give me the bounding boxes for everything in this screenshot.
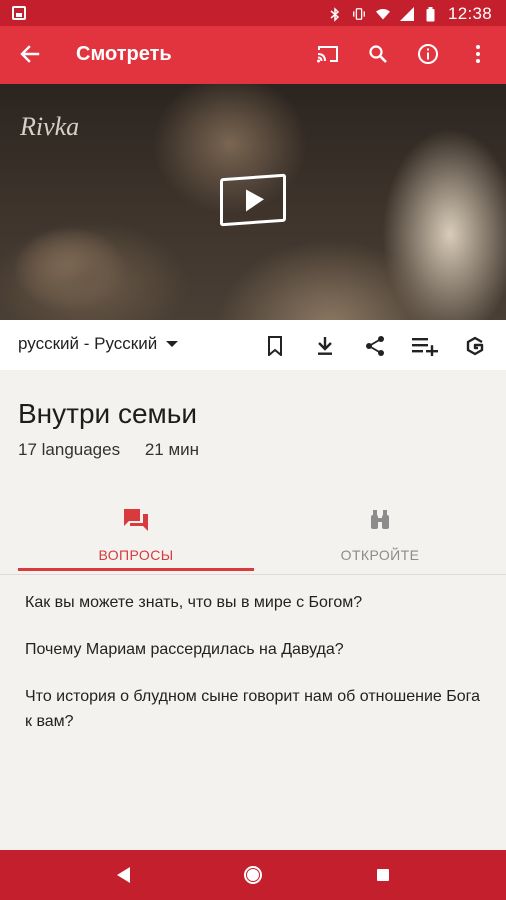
status-time: 12:38: [447, 4, 492, 23]
forum-icon: [123, 507, 149, 533]
video-player[interactable]: Rivka: [0, 84, 506, 320]
tab-questions-label: ВОПРОСЫ: [98, 547, 174, 563]
bookmark-icon[interactable]: [258, 332, 292, 360]
questions-list: Как вы можете знать, что вы в мире с Бог…: [25, 590, 485, 756]
duration: 21 мин: [144, 440, 200, 459]
page-title: Смотреть: [76, 43, 172, 65]
video-watermark: Rivka: [20, 112, 80, 141]
wifi-icon: [375, 6, 390, 22]
nav-recents-icon[interactable]: [376, 869, 389, 881]
status-bar: 12:38: [0, 0, 506, 26]
list-item: Что история о блудном сыне говорит нам о…: [25, 688, 481, 730]
more-vert-icon[interactable]: [456, 38, 500, 70]
brand-g-icon[interactable]: [458, 332, 492, 360]
tab-discover[interactable]: ОТКРОЙТЕ: [254, 495, 506, 571]
list-item: Почему Мариам рассердилась на Давуда?: [25, 641, 344, 658]
cast-icon[interactable]: [306, 38, 350, 70]
tab-questions[interactable]: ВОПРОСЫ: [18, 495, 254, 571]
search-icon[interactable]: [356, 38, 400, 70]
list-item: Как вы можете знать, что вы в мире с Бог…: [25, 594, 363, 611]
system-nav-bar: [0, 850, 506, 900]
tab-bar: ВОПРОСЫ ОТКРОЙТЕ: [18, 495, 506, 573]
download-icon[interactable]: [308, 332, 342, 360]
vibrate-icon: [352, 6, 366, 22]
languages-count: 17 languages: [18, 440, 121, 459]
video-title: Внутри семьи: [18, 398, 198, 429]
image-notification-icon: [12, 6, 26, 20]
battery-icon: [424, 6, 438, 22]
language-dropdown[interactable]: русский - Русский: [18, 334, 179, 354]
tabs-divider: [0, 574, 506, 575]
language-bar: русский - Русский: [0, 320, 506, 370]
share-icon[interactable]: [358, 332, 392, 360]
dropdown-caret-icon: [166, 341, 179, 347]
video-meta: 17 languages 21 мин: [18, 440, 219, 460]
nav-back-icon[interactable]: [117, 867, 131, 883]
info-icon[interactable]: [406, 38, 450, 70]
nav-home-icon[interactable]: [244, 866, 263, 884]
language-selected: русский - Русский: [18, 334, 158, 353]
binoculars-icon: [369, 507, 391, 533]
bluetooth-icon: [328, 6, 342, 22]
signal-icon: [399, 6, 414, 22]
back-arrow-icon[interactable]: [14, 38, 46, 70]
app-bar: Смотреть: [0, 26, 506, 84]
play-icon[interactable]: [220, 173, 286, 227]
tab-discover-label: ОТКРОЙТЕ: [340, 547, 420, 563]
playlist-add-icon[interactable]: [408, 332, 442, 360]
